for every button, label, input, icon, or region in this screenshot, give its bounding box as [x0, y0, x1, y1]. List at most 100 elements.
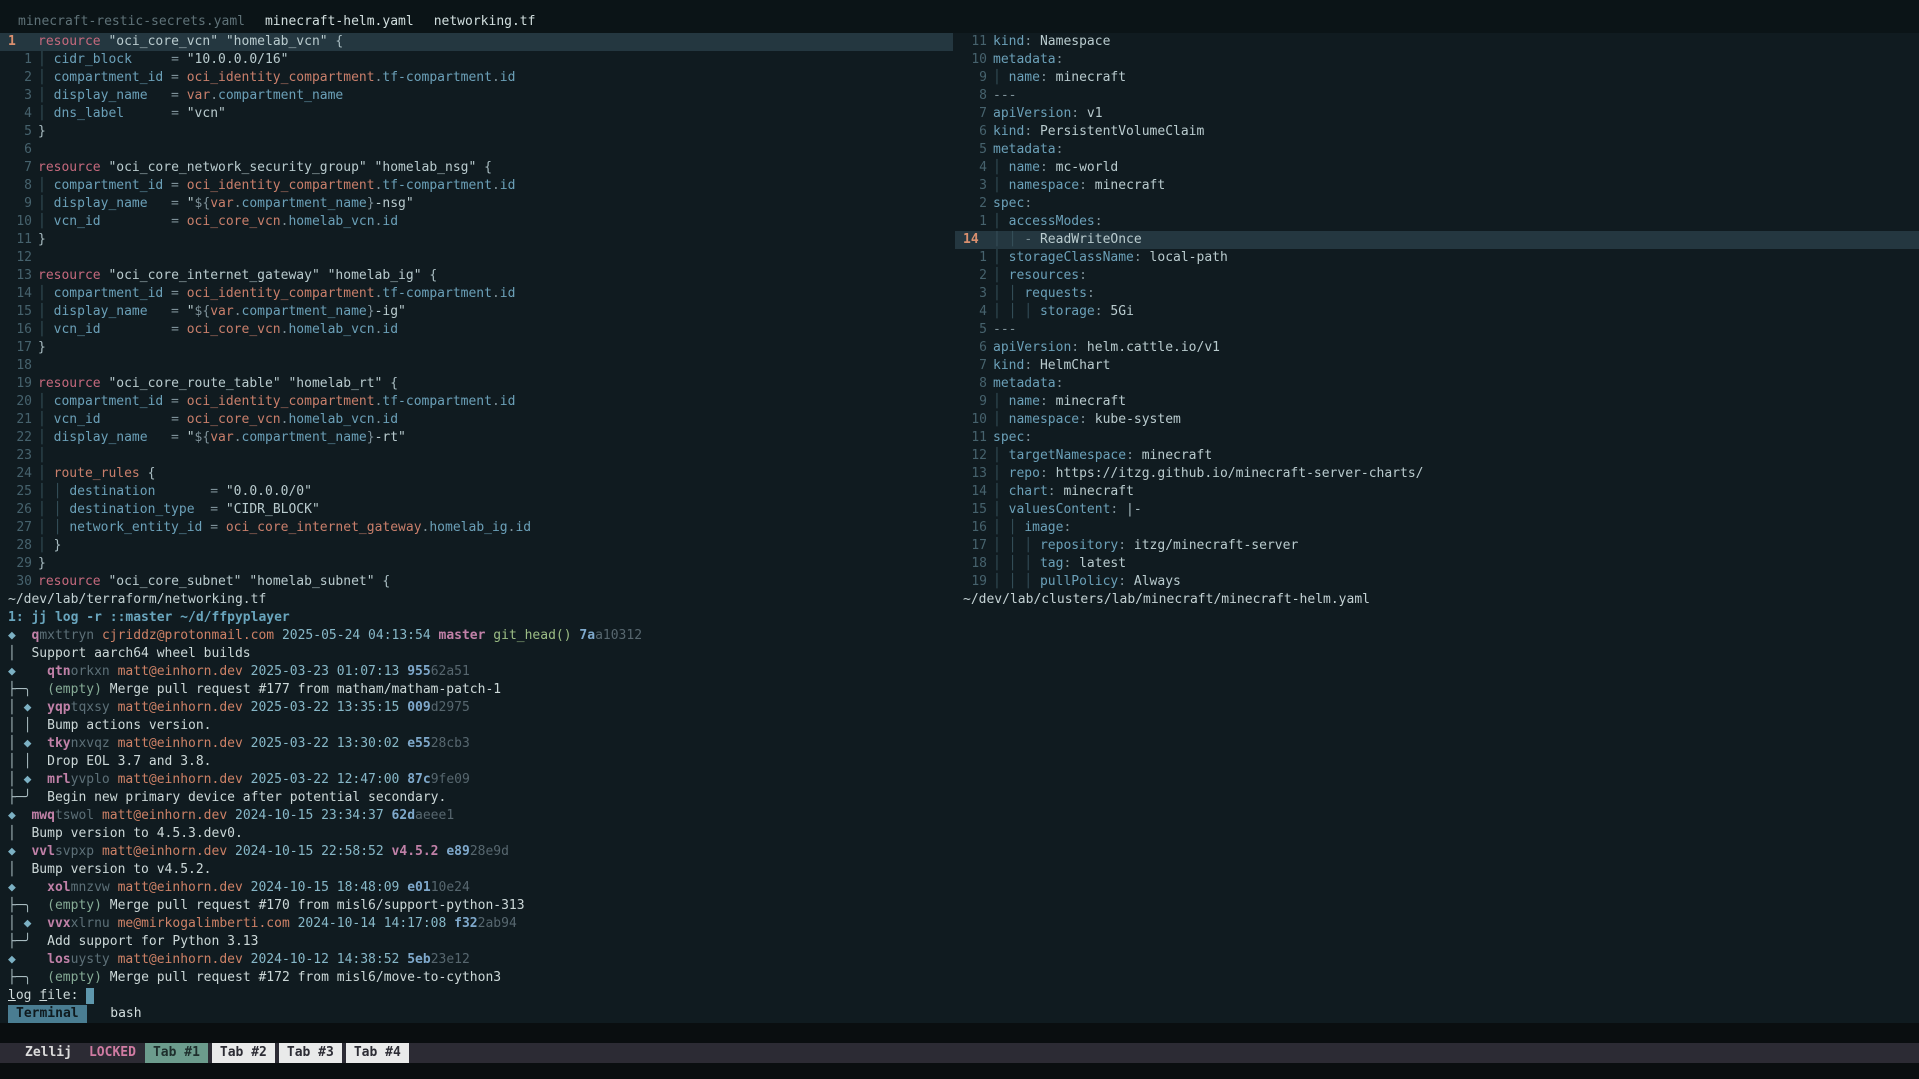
indent-guide: │: [38, 88, 54, 103]
indent-guide: │: [993, 160, 1009, 175]
zellij-tab[interactable]: Tab #3: [279, 1043, 342, 1063]
syntax-segment: e01: [407, 880, 430, 895]
syntax-segment: los: [47, 952, 70, 967]
syntax-segment: matt@einhorn.dev: [118, 736, 243, 751]
syntax-segment: resource: [38, 574, 101, 589]
zellij-tab[interactable]: Tab #2: [212, 1043, 275, 1063]
code-line: 24│ route_rules {: [0, 465, 953, 483]
syntax-segment: var: [210, 304, 233, 319]
code-line: 14│ chart: minecraft: [955, 483, 1919, 501]
syntax-segment: nxvqz: [71, 736, 110, 751]
line-number: 4: [963, 159, 987, 177]
syntax-segment: oci_identity_compartment: [187, 394, 375, 409]
syntax-segment: 62d: [392, 808, 415, 823]
line-number: 12: [8, 249, 32, 267]
indent-guide: │ │: [38, 520, 69, 535]
code-line: 12│ targetNamespace: minecraft: [955, 447, 1919, 465]
line-number: 21: [8, 411, 32, 429]
syntax-segment: }: [38, 232, 46, 247]
syntax-segment: tswol: [55, 808, 94, 823]
code-line: 8metadata:: [955, 375, 1919, 393]
syntax-segment: accessModes: [1009, 214, 1095, 229]
syntax-segment: network_entity_id: [69, 520, 202, 535]
syntax-segment: ◆: [8, 664, 16, 679]
syntax-segment: var: [187, 88, 210, 103]
zellij-tab[interactable]: Tab #1: [145, 1043, 208, 1063]
syntax-segment: oci_core_vcn: [187, 412, 281, 427]
syntax-segment: │: [8, 826, 16, 841]
syntax-segment: ": [187, 304, 195, 319]
syntax-segment: ├─╯: [8, 934, 31, 949]
buffer-tab[interactable]: minecraft-restic-secrets.yaml: [11, 13, 252, 31]
code-line: 6kind: PersistentVolumeClaim: [955, 123, 1919, 141]
syntax-segment: 5Gi: [1103, 304, 1134, 319]
syntax-segment: orkxn: [71, 664, 110, 679]
jj-log-line: ├─╮ (empty) Merge pull request #172 from…: [0, 969, 1919, 987]
syntax-segment: :: [1040, 466, 1048, 481]
code-line: 3│ namespace: minecraft: [955, 177, 1919, 195]
line-number: 7: [8, 159, 32, 177]
syntax-segment: .: [234, 430, 242, 445]
indent-guide: │: [993, 70, 1009, 85]
code-line: 7apiVersion: v1: [955, 105, 1919, 123]
syntax-segment: tf-compartment: [382, 178, 492, 193]
line-number: 26: [8, 501, 32, 519]
terminal-tab-terminal[interactable]: Terminal: [8, 1005, 87, 1023]
code-line: 25│ │ destination = "0.0.0.0/0": [0, 483, 953, 501]
syntax-segment: 955: [407, 664, 430, 679]
editor-statusline-path: ~/dev/lab/clusters/lab/minecraft/minecra…: [955, 591, 1919, 609]
syntax-segment: "oci_core_vcn" "homelab_vcn": [108, 34, 327, 49]
syntax-segment: Drop EOL 3.7 and 3.8.: [47, 754, 211, 769]
line-number: 3: [8, 87, 32, 105]
syntax-segment: vcn_id: [54, 322, 101, 337]
syntax-segment: :: [1118, 574, 1126, 589]
syntax-segment: f32: [454, 916, 477, 931]
syntax-segment: qtn: [47, 664, 70, 679]
syntax-segment: display_name: [54, 196, 148, 211]
syntax-segment: Add support for Python 3.13: [47, 934, 258, 949]
syntax-segment: 2024-10-15 22:58:52: [235, 844, 384, 859]
syntax-segment: [16, 880, 47, 895]
line-number: 6: [8, 141, 32, 159]
editor-split-minecraft-helm-yaml[interactable]: 11kind: Namespace10metadata:9│ name: min…: [955, 33, 1919, 609]
buffer-tab[interactable]: minecraft-helm.yaml: [258, 13, 421, 31]
indent-guide: │ │: [993, 520, 1024, 535]
syntax-segment: [243, 772, 251, 787]
syntax-segment: 2024-10-12 14:38:52: [251, 952, 400, 967]
line-number: 8: [963, 375, 987, 393]
indent-guide: │: [38, 538, 54, 553]
terminal-pane-jj-log[interactable]: 1: jj log -r ::master ~/d/ffpyplayer◆ qm…: [0, 609, 1919, 1023]
syntax-segment: matt@einhorn.dev: [118, 700, 243, 715]
syntax-segment: [227, 808, 235, 823]
code-line: 1│ storageClassName: local-path: [955, 249, 1919, 267]
syntax-segment: 2024-10-14 14:17:08: [298, 916, 447, 931]
syntax-segment: }: [367, 304, 375, 319]
syntax-segment: ◆: [8, 952, 16, 967]
zellij-tab[interactable]: Tab #4: [346, 1043, 409, 1063]
syntax-segment: :: [1079, 268, 1087, 283]
code-line: 10│ vcn_id = oci_core_vcn.homelab_vcn.id: [0, 213, 953, 231]
syntax-segment: }: [367, 430, 375, 445]
syntax-segment: (empty): [47, 682, 102, 697]
syntax-segment: resource: [38, 34, 101, 49]
syntax-segment: [94, 844, 102, 859]
syntax-segment: -: [1024, 232, 1040, 247]
line-number: 2: [963, 267, 987, 285]
syntax-segment: [110, 772, 118, 787]
editor-split-networking-tf[interactable]: 1resource "oci_core_vcn" "homelab_vcn" {…: [0, 33, 953, 609]
log-file-prompt[interactable]: log file:: [0, 987, 1919, 1005]
syntax-segment: compartment_id: [54, 286, 164, 301]
line-number: 16: [963, 519, 987, 537]
syntax-segment: var: [210, 196, 233, 211]
syntax-segment: image: [1024, 520, 1063, 535]
terminal-cursor: [86, 988, 94, 1004]
terminal-tab-bash[interactable]: bash: [102, 1005, 149, 1023]
buffer-tab[interactable]: networking.tf: [427, 13, 543, 31]
syntax-segment: oci_core_internet_gateway: [226, 520, 422, 535]
code-line: 22│ display_name = "${var.compartment_na…: [0, 429, 953, 447]
line-number: 5: [8, 123, 32, 141]
indent-guide: │: [993, 502, 1009, 517]
line-number: 15: [8, 303, 32, 321]
syntax-segment: .: [492, 70, 500, 85]
code-line: 7resource "oci_core_network_security_gro…: [0, 159, 953, 177]
